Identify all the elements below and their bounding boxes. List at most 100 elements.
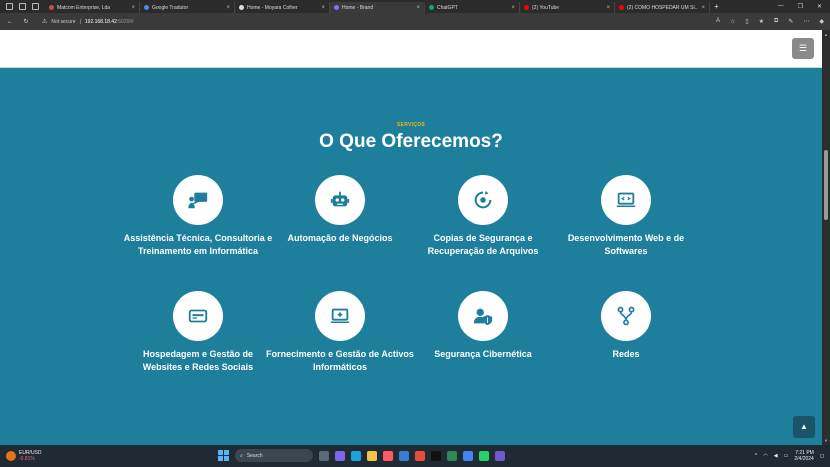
profile-icon[interactable]: [6, 3, 13, 10]
tab-title: Google Tradutor: [152, 4, 189, 11]
code-laptop-icon: [616, 192, 636, 207]
scrollbar-thumb[interactable]: [824, 150, 828, 220]
robot-icon: [330, 191, 350, 207]
service-label: Automação de Negócios: [287, 233, 393, 243]
service-label: Hospedagem e Gestão de Websites e Redes …: [142, 349, 254, 372]
back-icon[interactable]: ←: [6, 19, 14, 25]
scroll-up-icon[interactable]: ▲: [824, 32, 828, 37]
xbox-icon[interactable]: [447, 450, 457, 461]
netflix-icon[interactable]: [431, 450, 441, 461]
service-card[interactable]: Fornecimento e Gestão de Activos Informá…: [265, 291, 415, 373]
taskbar-apps: ⌕ Search: [218, 449, 505, 462]
chrome-icon[interactable]: [463, 450, 473, 461]
close-tab-icon[interactable]: ×: [416, 5, 420, 11]
split-screen-icon[interactable]: ▯: [745, 18, 748, 25]
service-icon-circle: [315, 291, 365, 341]
service-icon-circle: [458, 175, 508, 225]
edge-icon[interactable]: [351, 450, 361, 461]
service-card[interactable]: Desenvolvimento Web e de Softwares: [551, 175, 701, 257]
close-tab-icon[interactable]: ×: [606, 5, 610, 11]
search-label: Search: [246, 452, 263, 459]
extensions-icon[interactable]: ✎: [788, 18, 793, 25]
tab-title: (2) YouTube: [532, 4, 560, 11]
tab-title: Home - Moyara Colher: [247, 4, 298, 11]
volume-icon[interactable]: ◀: [774, 453, 778, 459]
backup-icon: [474, 190, 492, 209]
browser-tab[interactable]: Home - Moyara Colher ×: [235, 2, 330, 13]
copilot-icon[interactable]: ◆: [819, 18, 824, 25]
scroll-down-icon[interactable]: ▼: [824, 438, 828, 443]
warning-icon[interactable]: ⚠: [42, 18, 47, 25]
read-aloud-icon[interactable]: A: [716, 18, 720, 25]
tab-favicon-icon: [429, 5, 434, 10]
chat-icon[interactable]: [335, 450, 345, 461]
calendar-app-icon[interactable]: [399, 450, 409, 461]
menu-toggle-button[interactable]: ☰: [792, 38, 814, 59]
service-card[interactable]: Segurança Cibernética: [408, 291, 558, 361]
battery-icon[interactable]: ▭: [784, 453, 789, 459]
browser-tab-active[interactable]: Home - Brand ×: [330, 2, 425, 13]
service-card[interactable]: Assistência Técnica, Consultoria e Trein…: [123, 175, 273, 257]
laptop-plus-icon: [330, 308, 350, 323]
close-tab-icon[interactable]: ×: [131, 5, 135, 11]
browser-tab[interactable]: ChatGPT ×: [425, 2, 520, 13]
favorites-icon[interactable]: ★: [759, 18, 764, 25]
tab-title: (2) COMO HOSPEDAR UM SI...: [627, 4, 699, 11]
network-icon: [617, 306, 635, 326]
favorite-star-icon[interactable]: ☆: [730, 18, 735, 25]
service-icon-circle: [601, 291, 651, 341]
notifications-icon[interactable]: ◻: [820, 453, 824, 459]
restore-icon[interactable]: ❐: [798, 3, 803, 10]
more-menu-icon[interactable]: ⋯: [803, 18, 809, 25]
whatsapp-icon[interactable]: [479, 450, 489, 461]
close-tab-icon[interactable]: ×: [511, 5, 515, 11]
service-card[interactable]: Hospedagem e Gestão de Websites e Redes …: [123, 291, 273, 373]
service-card[interactable]: Copias de Segurança e Recuperação de Arq…: [408, 175, 558, 257]
browser-tab[interactable]: Google Tradutor ×: [140, 2, 235, 13]
workspaces-icon[interactable]: [19, 3, 26, 10]
service-label: Copias de Segurança e Recuperação de Arq…: [427, 233, 539, 256]
taskbar-search[interactable]: ⌕ Search: [235, 449, 313, 462]
scroll-to-top-button[interactable]: ▲: [793, 416, 815, 438]
ticker-widget[interactable]: EUR/USD -0.81%: [0, 450, 42, 462]
clock-date: 2/4/2024: [794, 456, 814, 462]
task-view-icon[interactable]: [319, 450, 329, 461]
browser-tab[interactable]: (2) COMO HOSPEDAR UM SI... ×: [615, 2, 710, 13]
address-bar[interactable]: ⚠ Not secure | 192.168.18.42:5020/#: [38, 16, 558, 27]
service-icon-circle: [173, 291, 223, 341]
ticker-change: -0.81%: [19, 456, 35, 462]
service-card[interactable]: Automação de Negócios: [265, 175, 415, 245]
search-icon: ⌕: [240, 452, 243, 459]
windows-start-icon[interactable]: [218, 450, 229, 461]
file-explorer-icon[interactable]: [367, 450, 377, 461]
ticker-text: EUR/USD -0.81%: [19, 450, 42, 462]
service-card[interactable]: Redes: [551, 291, 701, 361]
close-tab-icon[interactable]: ×: [226, 5, 230, 11]
clock[interactable]: 7:21 PM 2/4/2024: [794, 450, 813, 462]
service-icon-circle: [601, 175, 651, 225]
service-label: Redes: [612, 349, 640, 359]
office-app-icon[interactable]: [415, 450, 425, 461]
browser-tab[interactable]: (2) YouTube ×: [520, 2, 615, 13]
server-icon: [188, 309, 208, 323]
close-tab-icon[interactable]: ×: [321, 5, 325, 11]
tab-actions-icon[interactable]: [32, 3, 39, 10]
security-label[interactable]: Not secure: [51, 19, 75, 25]
service-label: Desenvolvimento Web e de Softwares: [567, 233, 685, 256]
close-tab-icon[interactable]: ×: [701, 5, 705, 11]
store-icon[interactable]: [383, 450, 393, 461]
browser-tab[interactable]: Matcom Enterprise, Lda ×: [45, 2, 140, 13]
collections-icon[interactable]: ⧉: [774, 18, 778, 25]
minimize-icon[interactable]: —: [778, 3, 784, 10]
url-text[interactable]: 192.168.18.42:5020/#: [85, 19, 134, 25]
new-tab-icon[interactable]: +: [710, 2, 719, 11]
section-kicker: SERVIÇOS: [396, 122, 426, 128]
page-scrollbar[interactable]: ▲ ▼: [822, 30, 830, 445]
close-window-icon[interactable]: ✕: [817, 3, 822, 10]
tray-chevron-icon[interactable]: ^: [755, 453, 757, 459]
site-header: ☰: [0, 30, 822, 68]
wifi-icon[interactable]: ◠: [763, 453, 767, 459]
photos-icon[interactable]: [495, 450, 505, 461]
window-controls: — ❐ ✕: [778, 3, 830, 10]
refresh-icon[interactable]: ↻: [22, 18, 30, 25]
